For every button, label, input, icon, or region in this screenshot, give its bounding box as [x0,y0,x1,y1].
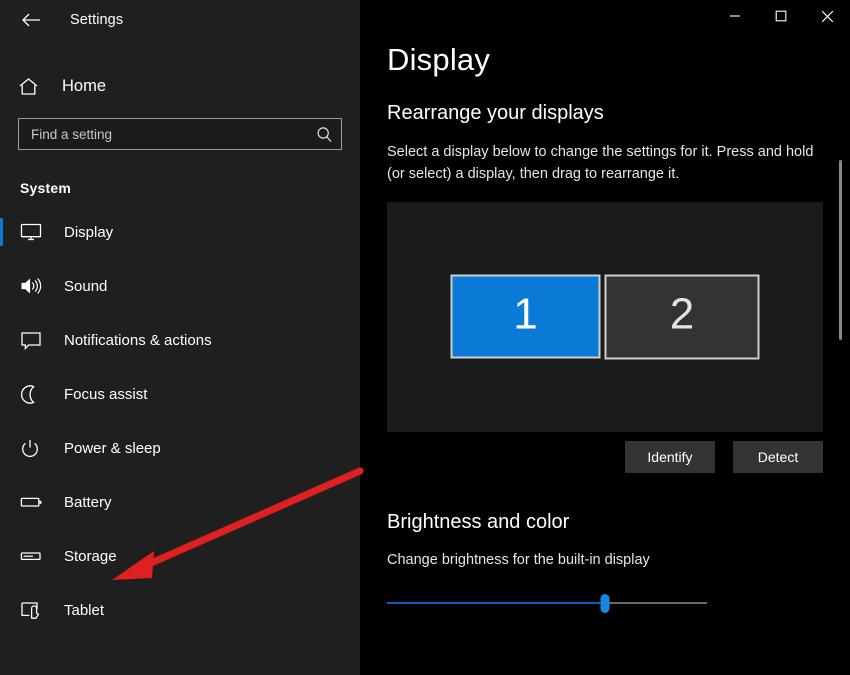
sidebar-item-display[interactable]: Display [0,212,360,252]
monitor-icon [20,223,46,241]
monitor-group: 1 2 [450,274,760,359]
app-title: Settings [70,12,124,28]
scrollbar-thumb[interactable] [839,160,842,340]
detect-button[interactable]: Detect [733,440,823,473]
title-bar-left: Settings [0,0,360,40]
chat-bubble-icon [20,331,46,350]
speaker-icon [20,277,46,295]
brightness-section: Brightness and color Change brightness f… [387,511,850,614]
sidebar-item-battery[interactable]: Battery [0,482,360,522]
sidebar-nav-list: Display Sound Notifications & actions Fo… [0,212,360,630]
sidebar-item-label: Focus assist [64,385,148,403]
sidebar-item-sound[interactable]: Sound [0,266,360,306]
display-actions: Identify Detect [387,440,823,473]
selection-indicator [0,218,3,246]
page-title: Display [387,42,491,77]
display-arrangement-canvas[interactable]: 1 2 [387,201,823,432]
home-icon [18,77,44,96]
display-number: 1 [513,289,538,338]
content-scrollbar[interactable] [839,0,842,675]
settings-window: Settings Home System [0,0,850,675]
identify-button[interactable]: Identify [625,440,715,473]
sidebar-item-label: Display [64,223,114,241]
sidebar-item-label: Sound [64,277,108,295]
tablet-icon [20,601,46,620]
moon-icon [20,384,46,404]
home-label: Home [62,76,107,95]
brightness-slider[interactable] [387,593,707,614]
close-button[interactable] [804,0,850,32]
rearrange-description: Select a display below to change the set… [387,144,814,182]
slider-thumb[interactable] [600,594,610,614]
sidebar-item-label: Power & sleep [64,439,161,457]
navigation-pane: Settings Home System [0,0,360,675]
sidebar-item-label: Battery [64,493,112,511]
brightness-slider-label: Change brightness for the built-in displ… [387,551,650,568]
rearrange-heading: Rearrange your displays [387,102,604,124]
power-icon [20,439,46,458]
sidebar-item-home[interactable]: Home [0,66,360,106]
sidebar-item-storage[interactable]: Storage [0,536,360,576]
maximize-button[interactable] [758,0,804,32]
sidebar-item-label: Storage [64,547,117,565]
display-number: 2 [669,289,695,339]
content-body: Display Rearrange your displays Select a… [360,42,850,614]
sidebar-item-label: Notifications & actions [64,331,212,349]
sidebar-item-tablet[interactable]: Tablet [0,590,360,630]
section-heading-system: System [20,180,72,196]
display-tile-2[interactable]: 2 [604,274,760,359]
sidebar-item-focus-assist[interactable]: Focus assist [0,374,360,414]
content-pane: Display Rearrange your displays Select a… [360,0,850,675]
slider-fill [387,602,605,605]
title-bar-right [360,0,850,34]
display-tile-1[interactable]: 1 [450,274,601,358]
maximize-icon [775,10,787,22]
search-box[interactable] [18,118,342,150]
search-icon[interactable] [307,119,341,149]
sidebar-item-label: Tablet [64,601,105,619]
back-button[interactable] [14,5,48,35]
brightness-heading: Brightness and color [387,510,570,533]
minimize-icon [730,15,740,17]
sidebar-item-notifications[interactable]: Notifications & actions [0,320,360,360]
sidebar-item-power-sleep[interactable]: Power & sleep [0,428,360,468]
back-arrow-icon [22,13,40,27]
search-input[interactable] [19,119,307,149]
battery-icon [20,495,46,509]
drive-icon [20,549,46,563]
minimize-button[interactable] [712,0,758,32]
close-icon [821,10,833,22]
